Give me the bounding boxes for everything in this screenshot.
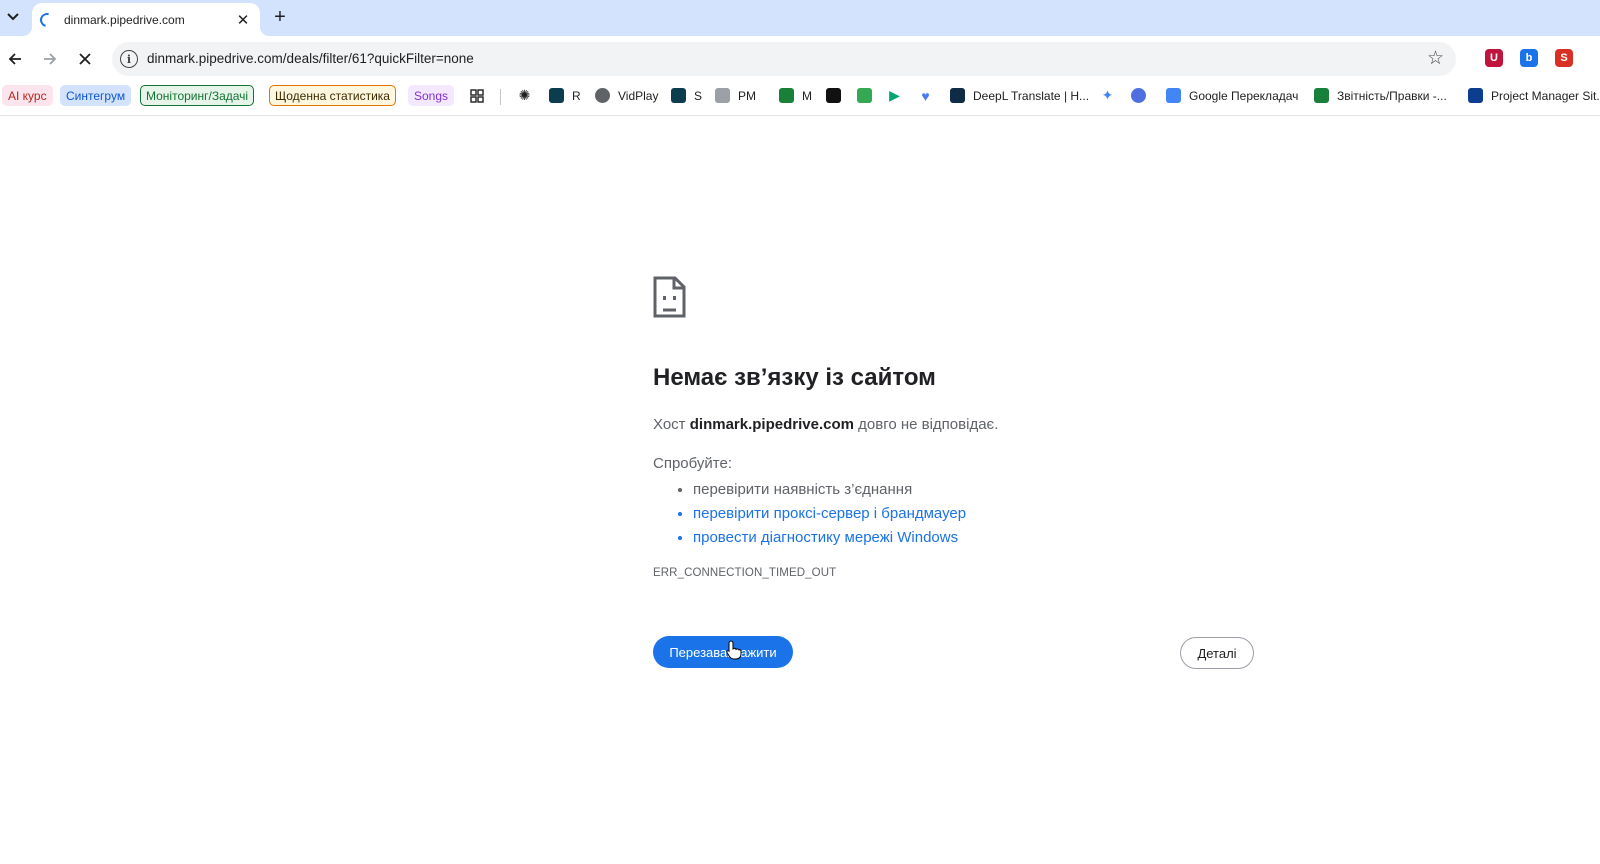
- bookmark-label: S: [694, 88, 703, 103]
- bookmark-item[interactable]: Google Перекладач: [1166, 85, 1298, 106]
- error-description: Хост dinmark.pipedrive.com довго не відп…: [653, 416, 998, 433]
- bookmark-favicon-icon: [549, 88, 564, 103]
- bookmark-play-icon[interactable]: ▶: [887, 85, 902, 106]
- hand-cursor-icon: [726, 640, 742, 665]
- extension-s-icon[interactable]: S: [1555, 49, 1573, 67]
- bookmark-pill[interactable]: Моніторинг/Задачі: [140, 85, 255, 106]
- bookmark-pill[interactable]: AI курс: [2, 85, 53, 106]
- sad-page-icon: [653, 276, 686, 323]
- toolbar: i dinmark.pipedrive.com/deals/filter/61?…: [0, 36, 1600, 82]
- bookmark-heart-icon[interactable]: ♥: [918, 85, 933, 106]
- bookmark-label: R: [572, 88, 581, 103]
- bookmark-label: VidPlay: [618, 88, 659, 103]
- bookmark-favicon-icon: [1468, 88, 1483, 103]
- suggestion-check-proxy-link[interactable]: перевірити проксі-сервер і брандмауер: [693, 504, 966, 528]
- bookmark-label: M: [802, 88, 812, 103]
- bookmark-favicon-icon: [1314, 88, 1329, 103]
- bookmark-item[interactable]: M: [779, 85, 812, 106]
- bookmark-pill[interactable]: Songs: [408, 85, 455, 106]
- ublock-icon[interactable]: U: [1485, 49, 1503, 67]
- back-icon[interactable]: [2, 46, 28, 72]
- details-button[interactable]: Деталі: [1180, 637, 1254, 669]
- tab-title: dinmark.pipedrive.com: [64, 12, 185, 27]
- error-title: Немає зв’язку із сайтом: [653, 364, 936, 391]
- error-code: ERR_CONNECTION_TIMED_OUT: [653, 567, 837, 579]
- bookmark-favicon-icon: [1166, 88, 1181, 103]
- bookmark-item[interactable]: R: [549, 85, 581, 106]
- bookmark-favicon-icon: [950, 88, 965, 103]
- bookmark-label: Project Manager Sit...: [1491, 88, 1600, 103]
- url-text[interactable]: dinmark.pipedrive.com/deals/filter/61?qu…: [147, 51, 474, 66]
- bookmark-item[interactable]: PM: [715, 85, 756, 106]
- bookmarks-separator: [500, 89, 501, 105]
- bookmark-pill[interactable]: Синтегрум: [60, 85, 132, 106]
- extension-b-icon[interactable]: b: [1520, 49, 1538, 67]
- apps-grid-icon[interactable]: [470, 85, 484, 106]
- loading-spinner-icon: [37, 9, 57, 30]
- bookmark-label: Звітність/Правки -...: [1337, 88, 1447, 103]
- bookmark-favicon-icon: [671, 88, 686, 103]
- bookmark-pill[interactable]: Щоденна статистика: [269, 85, 396, 106]
- tab-strip: dinmark.pipedrive.com ✕ +: [0, 0, 1600, 36]
- bookmark-dark-icon[interactable]: [826, 85, 841, 106]
- address-bar[interactable]: i dinmark.pipedrive.com/deals/filter/61?…: [112, 42, 1456, 76]
- new-tab-button[interactable]: +: [269, 6, 291, 28]
- suggestion-check-connection: перевірити наявність з’єднання: [693, 480, 966, 504]
- bookmark-label: Google Перекладач: [1189, 88, 1299, 103]
- bookmark-label: DeepL Translate | H...: [973, 88, 1090, 103]
- stop-icon[interactable]: [72, 46, 98, 72]
- bookmark-green-icon[interactable]: [857, 85, 872, 106]
- tab-list-icon[interactable]: [2, 5, 24, 29]
- active-tab[interactable]: dinmark.pipedrive.com ✕: [22, 3, 270, 36]
- bookmark-item[interactable]: VidPlay: [595, 85, 658, 106]
- bookmark-item[interactable]: S: [671, 85, 702, 106]
- error-desc-prefix: Хост: [653, 416, 686, 433]
- bookmark-item[interactable]: DeepL Translate | H...: [950, 85, 1089, 106]
- error-host: dinmark.pipedrive.com: [689, 416, 854, 433]
- gemini-icon[interactable]: ✦: [1100, 85, 1115, 106]
- bookmark-star-icon[interactable]: ☆: [1427, 47, 1444, 70]
- bookmark-label: PM: [738, 88, 756, 103]
- close-tab-icon[interactable]: ✕: [234, 11, 252, 29]
- bookmark-favicon-icon: [715, 88, 730, 103]
- openai-icon[interactable]: ✺: [517, 85, 532, 106]
- reload-button[interactable]: Перезавантажити: [653, 636, 793, 668]
- error-desc-suffix: довго не відповідає.: [858, 416, 999, 433]
- suggestion-network-diagnostics-link[interactable]: провести діагностику мережі Windows: [693, 528, 966, 552]
- bookmark-blue-round-icon[interactable]: [1131, 85, 1146, 106]
- forward-icon[interactable]: [37, 46, 63, 72]
- bookmarks-bar: AI курс Синтегрум Моніторинг/Задачі Щоденна…: [0, 82, 1600, 116]
- bookmark-item[interactable]: Звітність/Правки -...: [1314, 85, 1447, 106]
- site-info-icon[interactable]: i: [120, 50, 138, 68]
- try-label: Спробуйте:: [653, 455, 732, 472]
- bookmark-favicon-icon: [595, 88, 610, 103]
- bookmark-item[interactable]: Project Manager Sit...: [1468, 85, 1600, 106]
- suggestions-list: перевірити наявність з’єднання перевірит…: [693, 480, 966, 552]
- bookmark-favicon-icon: [779, 88, 794, 103]
